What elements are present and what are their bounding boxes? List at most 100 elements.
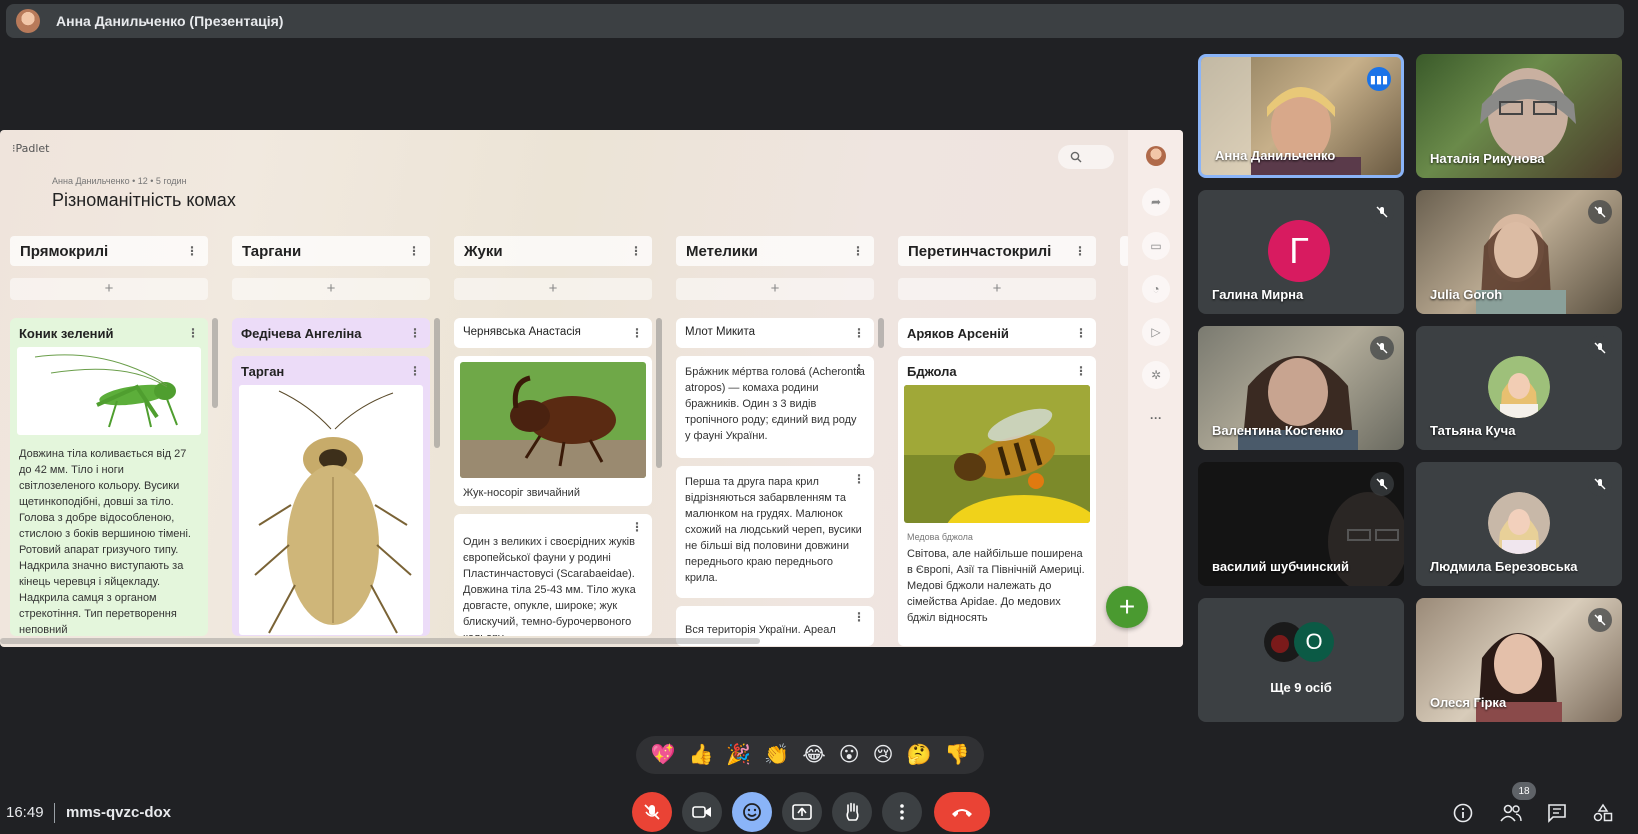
more-icon[interactable]: ⋮ bbox=[631, 520, 643, 534]
more-icon[interactable]: ⋮ bbox=[853, 472, 865, 486]
post-card[interactable]: ⋮ Один з великих і своєрідних жуків євро… bbox=[454, 514, 652, 636]
user-avatar[interactable] bbox=[1146, 146, 1166, 166]
add-post-button[interactable]: + bbox=[676, 278, 874, 300]
column-header[interactable]: Таргани ⋮ bbox=[232, 236, 430, 266]
post-body: Бра́жник ме́ртва голова́ (Acherontia atr… bbox=[685, 366, 865, 442]
more-options-button[interactable] bbox=[882, 792, 922, 832]
scrollbar[interactable] bbox=[878, 318, 884, 348]
settings-icon[interactable]: ✲ bbox=[1142, 361, 1170, 389]
meeting-info-button[interactable] bbox=[1450, 800, 1476, 826]
more-icon[interactable]: ⋮ bbox=[409, 364, 421, 379]
post-card[interactable]: ⋮ Бра́жник ме́ртва голова́ (Acherontia a… bbox=[676, 356, 874, 458]
column-title: Таргани bbox=[242, 242, 302, 260]
more-icon[interactable]: ⋮ bbox=[852, 244, 864, 258]
more-icon[interactable]: ⋮ bbox=[853, 610, 865, 624]
scrollbar[interactable] bbox=[212, 318, 218, 408]
horizontal-scrollbar[interactable] bbox=[0, 638, 760, 644]
image-caption: Медова бджола bbox=[907, 532, 973, 542]
post-body: Один з великих і своєрідних жуків європе… bbox=[463, 536, 636, 636]
column-header[interactable]: Перетинчастокрилі ⋮ bbox=[898, 236, 1096, 266]
mic-off-icon bbox=[1370, 336, 1394, 360]
reaction-laugh[interactable]: 😂 bbox=[802, 745, 825, 765]
reaction-heart[interactable]: 💖 bbox=[651, 745, 676, 765]
more-icon[interactable]: ⋮ bbox=[1075, 326, 1087, 341]
more-icon[interactable]: ⋮ bbox=[1075, 364, 1087, 379]
more-icon[interactable]: ⋮ bbox=[409, 326, 421, 341]
participant-tile[interactable]: ▮▮▮ Анна Данильченко bbox=[1198, 54, 1404, 178]
post-card[interactable]: Чернявська Анастасія ⋮ bbox=[454, 318, 652, 348]
more-icon[interactable]: ⋮ bbox=[853, 326, 865, 340]
present-screen-button[interactable] bbox=[782, 792, 822, 832]
add-post-fab[interactable]: + bbox=[1106, 586, 1148, 628]
raise-hand-button[interactable] bbox=[832, 792, 872, 832]
participant-tile[interactable]: Г Галина Мирна bbox=[1198, 190, 1404, 314]
chat-button[interactable] bbox=[1544, 800, 1570, 826]
column-header[interactable]: Метелики ⋮ bbox=[676, 236, 874, 266]
more-participants-tile[interactable]: О Ще 9 осіб bbox=[1198, 598, 1404, 722]
reaction-surprised[interactable]: 😮 bbox=[839, 745, 860, 765]
post-card[interactable]: Жук-носоріг звичайний bbox=[454, 356, 652, 506]
reaction-sad[interactable]: 😢 bbox=[873, 745, 894, 765]
more-icon[interactable]: ⋮ bbox=[186, 244, 198, 258]
post-card[interactable]: Коник зелений ⋮ Довжина тіла коливається … bbox=[10, 318, 208, 636]
end-call-button[interactable] bbox=[934, 792, 990, 832]
presenter-name: Анна Данильченко (Презентація) bbox=[56, 13, 284, 29]
post-card[interactable]: Млот Микита ⋮ bbox=[676, 318, 874, 348]
scrollbar[interactable] bbox=[656, 318, 662, 468]
column-header[interactable]: Прямокрилі ⋮ bbox=[10, 236, 208, 266]
participant-tile[interactable]: Олеся Гірка bbox=[1416, 598, 1622, 722]
add-post-button[interactable]: + bbox=[10, 278, 208, 300]
post-author: Млот Микита bbox=[685, 326, 756, 338]
share-icon[interactable]: ➦ bbox=[1142, 188, 1170, 216]
participant-tile[interactable]: василий шубчинский bbox=[1198, 462, 1404, 586]
more-icon[interactable]: ⋮ bbox=[630, 244, 642, 258]
more-participants-label: Ще 9 осіб bbox=[1270, 680, 1332, 695]
post-author: Федічева Ангеліна bbox=[241, 326, 362, 341]
divider bbox=[54, 803, 55, 823]
post-card[interactable]: Тарган ⋮ bbox=[232, 356, 430, 636]
slideshow-icon[interactable]: ▷ bbox=[1142, 318, 1170, 346]
reaction-thumbs-up[interactable]: 👍 bbox=[688, 745, 713, 765]
participant-tile[interactable]: Людмила Березовська bbox=[1416, 462, 1622, 586]
scrollbar[interactable] bbox=[434, 318, 440, 448]
more-icon[interactable]: ⋮ bbox=[408, 244, 420, 258]
people-button[interactable] bbox=[1498, 800, 1524, 826]
remake-icon[interactable]: ▭ bbox=[1142, 232, 1170, 260]
post-card[interactable]: Федічева Ангеліна ⋮ bbox=[232, 318, 430, 348]
mic-off-icon bbox=[644, 804, 660, 820]
post-card[interactable]: ⋮ Перша та друга пара крил відрізняються… bbox=[676, 466, 874, 598]
post-author: Чернявська Анастасія bbox=[463, 326, 581, 338]
activities-button[interactable] bbox=[1590, 800, 1616, 826]
search-icon bbox=[1070, 151, 1082, 163]
column-title: Жуки bbox=[464, 242, 503, 260]
post-card[interactable]: Аряков Арсеній ⋮ bbox=[898, 318, 1096, 348]
camera-toggle-button[interactable] bbox=[682, 792, 722, 832]
column-tarhany: Таргани ⋮ + Федічева Ангеліна ⋮ Тарган ⋮ bbox=[232, 236, 430, 636]
add-post-button[interactable]: + bbox=[454, 278, 652, 300]
mic-toggle-button[interactable] bbox=[632, 792, 672, 832]
more-icon[interactable]: ⋮ bbox=[1074, 244, 1086, 258]
add-post-button[interactable]: + bbox=[232, 278, 430, 300]
post-card[interactable]: Бджола ⋮ Медова бджола Світова, але найбі… bbox=[898, 356, 1096, 646]
participant-name: Анна Данильченко bbox=[1215, 148, 1336, 163]
more-icon[interactable]: ··· bbox=[1142, 404, 1170, 432]
participant-tile[interactable]: Наталія Рикунова bbox=[1416, 54, 1622, 178]
reaction-thumbs-down[interactable]: 👎 bbox=[945, 745, 970, 765]
emoji-button[interactable] bbox=[732, 792, 772, 832]
participant-name: Людмила Березовська bbox=[1430, 559, 1578, 574]
more-icon[interactable]: ⋮ bbox=[187, 326, 199, 341]
add-post-button[interactable]: + bbox=[898, 278, 1096, 300]
participant-avatar: О bbox=[1294, 622, 1334, 662]
reaction-thinking[interactable]: 🤔 bbox=[907, 745, 932, 765]
reaction-party[interactable]: 🎉 bbox=[726, 745, 751, 765]
participant-tile[interactable]: Валентина Костенко bbox=[1198, 326, 1404, 450]
shared-screen[interactable]: ⁝Padlet Анна Данильченко • 12 • 5 годин … bbox=[0, 130, 1183, 647]
column-header[interactable]: Жуки ⋮ bbox=[454, 236, 652, 266]
more-icon[interactable]: ⋮ bbox=[631, 326, 643, 340]
reaction-clap[interactable]: 👏 bbox=[764, 745, 789, 765]
more-vert-icon bbox=[900, 804, 904, 820]
bell-icon[interactable]: ◔ bbox=[1142, 275, 1170, 303]
participant-tile[interactable]: Татьяна Куча bbox=[1416, 326, 1622, 450]
participant-tile[interactable]: Julia Goroh bbox=[1416, 190, 1622, 314]
board-search-button[interactable] bbox=[1058, 145, 1114, 169]
